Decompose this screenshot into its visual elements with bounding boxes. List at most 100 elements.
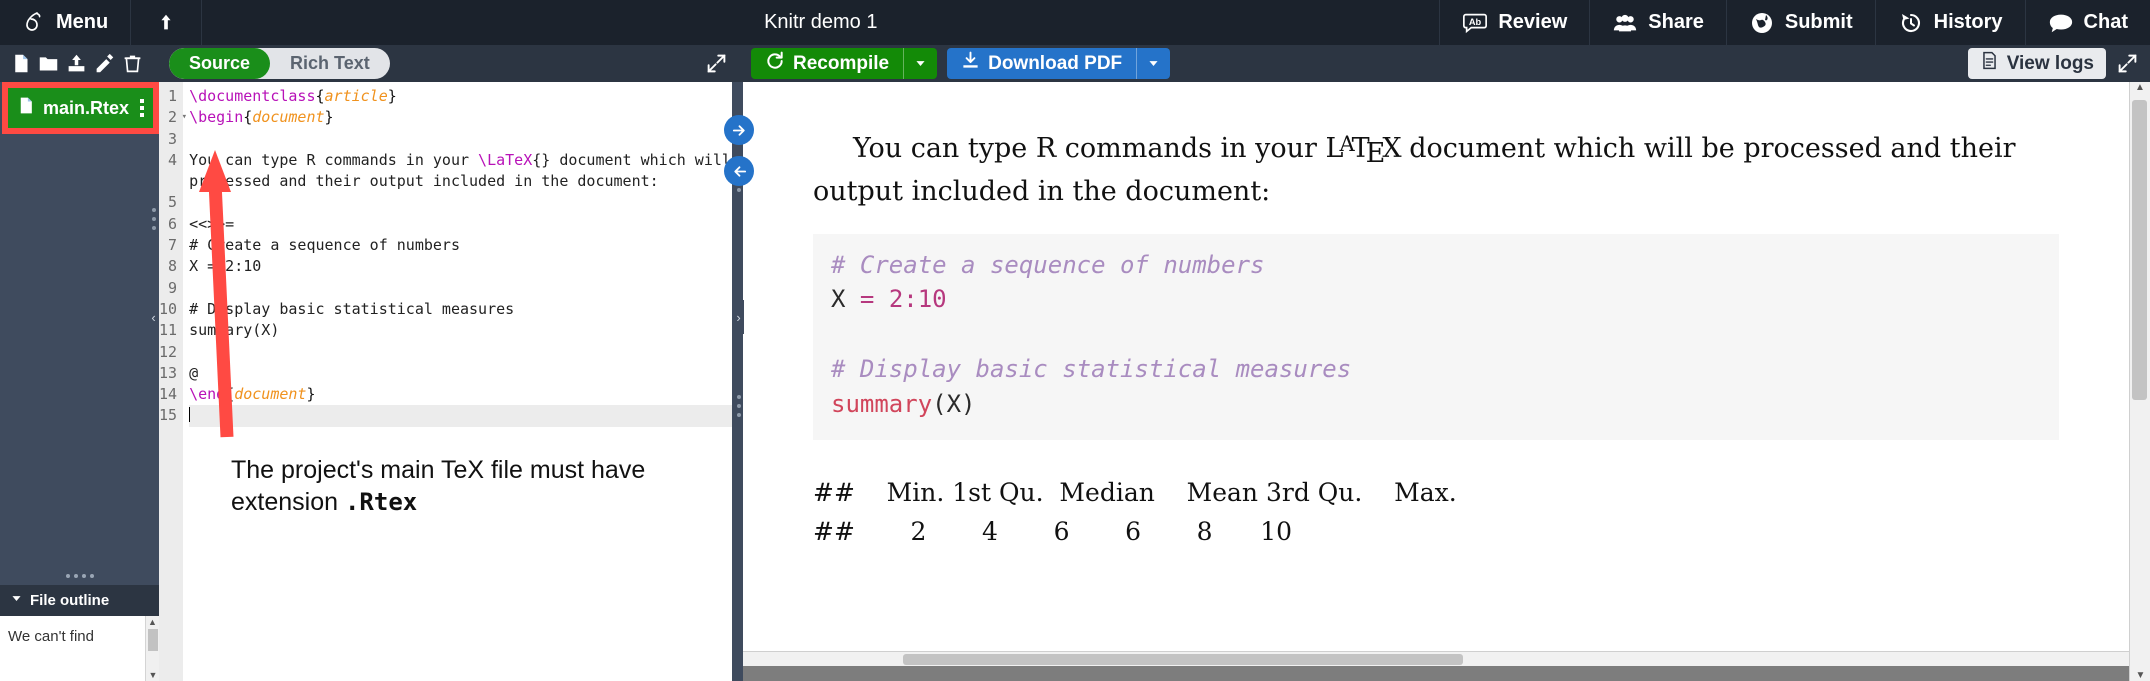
code-line[interactable]: summary(X): [189, 320, 758, 341]
latex-logo: LATEX: [1325, 132, 1402, 169]
code-line[interactable]: You can type R commands in your \LaTeX{}…: [189, 150, 758, 171]
code-token: \LaTeX: [478, 150, 533, 169]
view-logs-button[interactable]: View logs: [1967, 48, 2106, 79]
svg-text:Ab: Ab: [1469, 16, 1482, 26]
upload-arrow-icon: [153, 10, 179, 36]
kebab-menu-icon[interactable]: [140, 99, 146, 117]
code-line[interactable]: processed and their output included in t…: [189, 171, 758, 192]
line-number: 9: [168, 278, 178, 297]
scroll-up-arrow-icon[interactable]: ▲: [146, 616, 159, 628]
pdf-hscroll-thumb[interactable]: [903, 654, 1463, 665]
line-number: 3: [168, 129, 178, 148]
chat-button[interactable]: Chat: [2024, 0, 2150, 45]
line-number: 2 ▾: [159, 107, 187, 128]
code-line[interactable]: \begin{document}: [189, 107, 758, 128]
download-pdf-button[interactable]: Download PDF: [947, 48, 1171, 79]
file-panel-resize-dots[interactable]: [148, 208, 159, 230]
sync-to-code-button[interactable]: [724, 156, 754, 186]
code-line[interactable]: [189, 342, 758, 363]
code-line[interactable]: [189, 129, 758, 150]
editor-toolbar: Source Rich Text: [159, 45, 743, 82]
pdf-output-values: ## 2 4 6 6 8 10: [813, 517, 1293, 547]
pdf-code-token: (X): [932, 389, 976, 418]
code-line[interactable]: # Create a sequence of numbers: [189, 235, 758, 256]
pdf-code-token: =: [859, 285, 889, 314]
pdf-toolbar: Recompile Download PDF View logs: [743, 45, 2150, 82]
line-number: 11: [159, 321, 178, 340]
review-button[interactable]: Ab Review: [1439, 0, 1589, 45]
code-line[interactable]: [189, 405, 759, 427]
submit-button[interactable]: Submit: [1725, 0, 1875, 45]
code-token: # Create a sequence of numbers: [189, 236, 460, 255]
annotation-line-2-mono: .Rtex: [344, 488, 418, 516]
upload-to-project-button[interactable]: [131, 0, 203, 45]
expand-diagonal-icon[interactable]: [706, 53, 727, 79]
pdf-code-token: 2:10: [888, 285, 947, 314]
code-line[interactable]: <<>>=: [189, 214, 758, 235]
code-line[interactable]: # Display basic statistical measures: [189, 299, 758, 320]
file-list: main.Rtex: [0, 82, 159, 134]
collapse-pdf-handle[interactable]: ›: [733, 300, 744, 334]
pdf-scroll-down-arrow-icon[interactable]: ▼: [2130, 670, 2150, 681]
line-number: 10: [159, 299, 178, 318]
file-item-label: main.Rtex: [43, 97, 130, 118]
pdf-code-line: X = 2:10: [831, 282, 2041, 317]
share-button[interactable]: Share: [1589, 0, 1726, 45]
globe-icon: [1749, 10, 1775, 36]
pdf-scroll-up-arrow-icon[interactable]: ▲: [2130, 82, 2150, 93]
line-number-gutter: 1 2 ▾ 3 4 5 6 7 8 9 10 11 12 13 14 15: [159, 82, 187, 681]
upload-icon[interactable]: [64, 52, 88, 76]
code-line[interactable]: \end{document}: [189, 384, 758, 405]
code-token: {: [225, 385, 235, 404]
pdf-vertical-scrollbar[interactable]: ▲ ▼: [2129, 82, 2150, 681]
file-item-main-rtex[interactable]: main.Rtex: [8, 88, 154, 128]
editor-divider-dots-bottom[interactable]: [733, 395, 744, 417]
code-line[interactable]: [189, 278, 758, 299]
scroll-down-arrow-icon[interactable]: ▼: [146, 669, 159, 681]
code-line[interactable]: @: [189, 363, 758, 384]
code-line[interactable]: X = 2:10: [189, 256, 758, 277]
code-line[interactable]: [189, 192, 758, 213]
history-button[interactable]: History: [1874, 0, 2025, 45]
pdf-code-token: # Display basic statistical measures: [831, 355, 1352, 384]
share-button-label: Share: [1648, 11, 1704, 33]
chevron-down-icon: [10, 592, 23, 609]
pdf-horizontal-scrollbar[interactable]: [743, 651, 2129, 666]
pdf-code-line: # Create a sequence of numbers: [831, 248, 2041, 283]
tab-source[interactable]: Source: [169, 48, 271, 79]
tab-rich-text[interactable]: Rich Text: [270, 48, 390, 79]
pdf-vscroll-thumb[interactable]: [2132, 100, 2147, 400]
code-token: <<>>=: [189, 214, 235, 233]
pdf-expand-diagonal-icon[interactable]: [2117, 53, 2138, 79]
download-dropdown-caret[interactable]: [1136, 48, 1170, 79]
recompile-button[interactable]: Recompile: [751, 48, 938, 79]
line-number: 13: [159, 363, 178, 382]
project-title: Knitr demo 1: [764, 11, 878, 33]
code-token: \end: [189, 385, 226, 404]
file-outline-scrollbar[interactable]: ▲ ▼: [145, 616, 159, 681]
code-text[interactable]: \documentclass{article} \begin{document} Y…: [183, 82, 759, 681]
menu-button[interactable]: Menu: [0, 0, 132, 45]
code-token: @: [189, 363, 199, 382]
pdf-body[interactable]: You can type R commands in your LATEX do…: [743, 82, 2150, 681]
review-ab-icon: Ab: [1462, 10, 1488, 36]
sync-to-pdf-button[interactable]: [724, 115, 754, 145]
rename-pencil-icon[interactable]: [92, 52, 116, 76]
file-outline-resize-handle[interactable]: [0, 567, 159, 585]
nav-left-group: Menu: [0, 0, 203, 45]
file-list-item-wrapper: main.Rtex: [0, 82, 159, 134]
file-outline-header[interactable]: File outline: [0, 585, 159, 616]
code-area[interactable]: 1 2 ▾ 3 4 5 6 7 8 9 10 11 12 13 14 15 \documentclass{ar…: [159, 82, 759, 681]
pdf-code-token: X: [831, 285, 860, 314]
new-folder-icon[interactable]: [36, 52, 60, 76]
code-line[interactable]: \documentclass{article}: [189, 86, 758, 107]
pdf-code-block: # Create a sequence of numbers X = 2:10 # …: [813, 233, 2059, 440]
recompile-dropdown-caret[interactable]: [903, 48, 937, 79]
scroll-thumb[interactable]: [148, 629, 158, 651]
new-file-icon[interactable]: [8, 52, 32, 76]
code-token: }: [324, 108, 334, 127]
collapse-file-panel-handle[interactable]: ‹: [148, 300, 159, 334]
pdf-paragraph: You can type R commands in your LATEX do…: [813, 130, 2059, 212]
code-token: document: [234, 385, 307, 404]
delete-trash-icon[interactable]: [120, 52, 144, 76]
